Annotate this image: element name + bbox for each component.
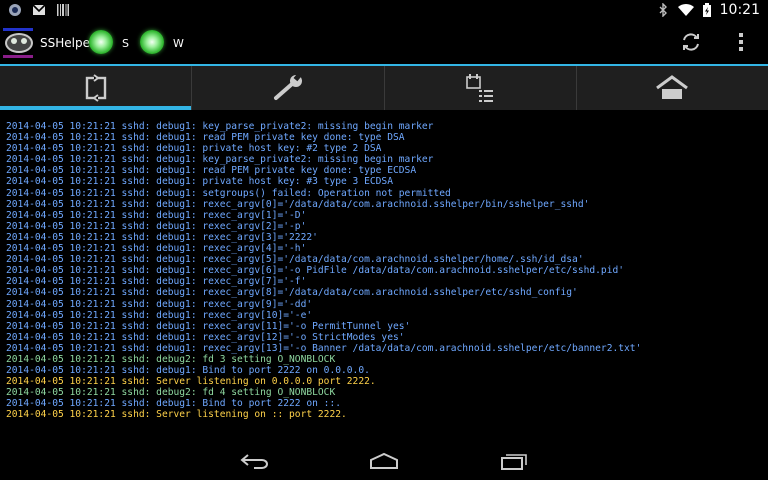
log-line: 2014-04-05 10:21:21 sshd: debug2: fd 4 s… xyxy=(6,387,336,399)
log-line: 2014-04-05 10:21:21 sshd: debug1: rexec_… xyxy=(6,320,411,332)
log-line: 2014-04-05 10:21:21 sshd: debug1: rexec_… xyxy=(6,298,313,310)
clock: 10:21 xyxy=(719,2,760,18)
ssh-server-indicator-label: S xyxy=(122,37,129,50)
ssh-server-indicator-icon xyxy=(89,30,113,54)
notification-icon xyxy=(9,4,21,16)
log-line: 2014-04-05 10:21:21 sshd: debug1: rexec_… xyxy=(6,209,307,221)
web-server-indicator-label: W xyxy=(173,37,184,50)
log-line: 2014-04-05 10:21:21 sshd: Server listeni… xyxy=(6,409,347,421)
barcode-icon xyxy=(57,4,69,16)
log-line: 2014-04-05 10:21:21 sshd: debug1: read P… xyxy=(6,132,405,144)
overflow-menu-icon[interactable] xyxy=(734,31,748,53)
recent-apps-icon[interactable] xyxy=(500,452,528,470)
action-bar xyxy=(0,22,768,64)
log-output: 2014-04-05 10:21:21 sshd: debug1: key_pa… xyxy=(6,121,762,421)
web-server-indicator-icon xyxy=(140,30,164,54)
app-title: SSHelper xyxy=(40,36,95,50)
log-line: 2014-04-05 10:21:21 sshd: debug1: setgro… xyxy=(6,187,451,199)
log-line: 2014-04-05 10:21:21 sshd: debug1: rexec_… xyxy=(6,254,584,266)
log-line: 2014-04-05 10:21:21 sshd: debug1: rexec_… xyxy=(6,342,642,354)
tab-bar xyxy=(0,66,768,110)
status-bar: 10:21 xyxy=(0,0,768,22)
log-line: 2014-04-05 10:21:21 sshd: debug1: privat… xyxy=(6,143,382,155)
log-icon xyxy=(85,74,106,102)
log-line: 2014-04-05 10:21:21 sshd: debug1: key_pa… xyxy=(6,154,434,166)
log-line: 2014-04-05 10:21:21 sshd: debug1: rexec_… xyxy=(6,309,313,321)
log-line: 2014-04-05 10:21:21 sshd: debug1: rexec_… xyxy=(6,265,625,277)
tab-configuration[interactable] xyxy=(192,66,385,110)
log-line: 2014-04-05 10:21:21 sshd: debug1: rexec_… xyxy=(6,243,307,255)
bluetooth-icon xyxy=(659,3,667,17)
log-line: 2014-04-05 10:21:21 sshd: debug1: rexec_… xyxy=(6,198,590,210)
log-line: 2014-04-05 10:21:21 sshd: debug1: key_pa… xyxy=(6,121,434,132)
tab-home[interactable] xyxy=(577,66,768,110)
tab-log[interactable] xyxy=(0,66,193,110)
status-bar-system: 10:21 xyxy=(656,2,760,18)
home-nav-icon[interactable] xyxy=(369,452,399,470)
log-line: 2014-04-05 10:21:21 sshd: debug1: privat… xyxy=(6,176,393,188)
log-line: 2014-04-05 10:21:21 sshd: debug1: rexec_… xyxy=(6,231,318,243)
log-line: 2014-04-05 10:21:21 sshd: debug1: rexec_… xyxy=(6,331,405,343)
log-line: 2014-04-05 10:21:21 sshd: debug1: rexec_… xyxy=(6,276,307,288)
log-line: 2014-04-05 10:21:21 sshd: debug1: Bind t… xyxy=(6,398,342,410)
log-line: 2014-04-05 10:21:21 sshd: debug1: read P… xyxy=(6,165,417,177)
app-logo-icon[interactable] xyxy=(3,28,35,58)
schedule-list-icon xyxy=(466,74,494,102)
back-icon[interactable] xyxy=(240,452,270,470)
home-icon xyxy=(656,75,689,99)
log-line: 2014-04-05 10:21:21 sshd: debug2: fd 3 s… xyxy=(6,353,336,365)
wrench-icon xyxy=(273,74,302,100)
wifi-icon xyxy=(677,3,694,16)
log-line: 2014-04-05 10:21:21 sshd: debug1: Bind t… xyxy=(6,365,370,377)
log-line: 2014-04-05 10:21:21 sshd: Server listeni… xyxy=(6,376,376,388)
log-line: 2014-04-05 10:21:21 sshd: debug1: rexec_… xyxy=(6,220,307,232)
status-bar-notifications xyxy=(8,3,70,17)
battery-icon xyxy=(702,3,711,17)
gmail-icon xyxy=(32,4,46,15)
refresh-icon[interactable] xyxy=(680,31,702,53)
log-line: 2014-04-05 10:21:21 sshd: debug1: rexec_… xyxy=(6,287,578,299)
tab-schedule[interactable] xyxy=(385,66,577,110)
